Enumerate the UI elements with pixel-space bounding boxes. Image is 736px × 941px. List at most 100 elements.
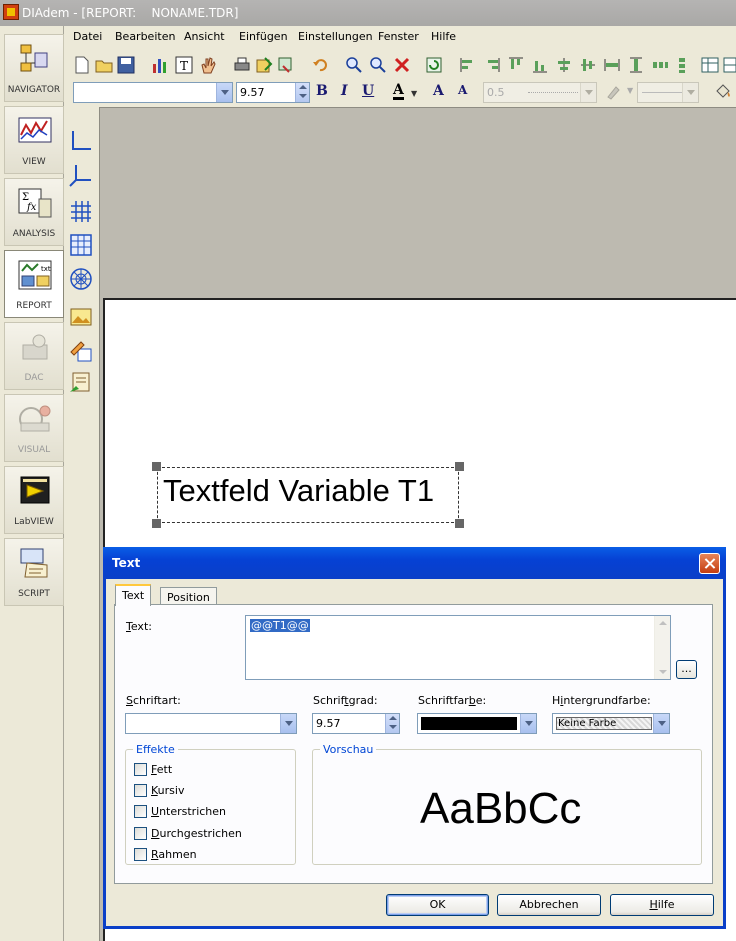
text-input[interactable]: @@T1@@ bbox=[245, 615, 671, 680]
align-bottom-icon[interactable] bbox=[531, 56, 549, 74]
chevron-down-icon[interactable] bbox=[280, 714, 296, 733]
distribute-horizontal-icon[interactable] bbox=[651, 56, 669, 74]
font-size-spinner-icon[interactable] bbox=[295, 83, 309, 102]
fill-color-bucket-icon[interactable] bbox=[713, 83, 733, 101]
font-size-combo[interactable]: 9.57 bbox=[236, 82, 310, 103]
line-color-pen-icon[interactable] bbox=[605, 84, 623, 100]
save-icon[interactable] bbox=[117, 56, 135, 74]
underline-checkbox[interactable] bbox=[134, 805, 147, 818]
center-vertical-icon[interactable] bbox=[579, 56, 597, 74]
table-object-icon[interactable] bbox=[68, 232, 94, 258]
open-folder-icon[interactable] bbox=[95, 56, 113, 74]
text-input-scrollbar[interactable] bbox=[654, 616, 670, 679]
image-object-icon[interactable] bbox=[68, 304, 94, 330]
module-view[interactable]: VIEW bbox=[4, 106, 64, 174]
help-button[interactable]: Hilfe bbox=[610, 894, 714, 916]
align-right-icon[interactable] bbox=[483, 56, 501, 74]
ok-button[interactable]: OK bbox=[386, 894, 489, 916]
window-titlebar[interactable]: DIAdem - [REPORT: NONAME.TDR] bbox=[0, 0, 736, 26]
resize-handle[interactable] bbox=[152, 462, 161, 471]
resize-handle[interactable] bbox=[455, 462, 464, 471]
bg-color-select[interactable]: Keine Farbe bbox=[552, 713, 670, 734]
export-icon[interactable] bbox=[255, 56, 273, 74]
size-input[interactable]: 9.57 bbox=[312, 713, 400, 734]
dac-icon bbox=[22, 334, 48, 360]
zoom-out-icon[interactable] bbox=[369, 56, 387, 74]
close-icon[interactable] bbox=[699, 553, 720, 574]
strikethrough-checkbox-label[interactable]: Durchgestrichen bbox=[151, 827, 242, 840]
chevron-down-icon[interactable] bbox=[653, 714, 669, 733]
menu-hilfe[interactable]: Hilfe bbox=[431, 30, 456, 43]
frame-checkbox-label[interactable]: Rahmen bbox=[151, 848, 197, 861]
module-analysis[interactable]: Σ fx ANALYSIS bbox=[4, 178, 64, 246]
undo-icon[interactable] bbox=[311, 56, 329, 74]
bold-checkbox[interactable] bbox=[134, 763, 147, 776]
menu-einfuegen[interactable]: Einfügen bbox=[239, 30, 288, 43]
chevron-down-icon[interactable]: ▼ bbox=[627, 86, 633, 95]
module-report[interactable]: txt REPORT bbox=[4, 250, 64, 318]
draw-object-icon[interactable] bbox=[68, 338, 94, 364]
axis-3d-icon[interactable] bbox=[68, 162, 94, 188]
menu-einstellungen[interactable]: Einstellungen bbox=[298, 30, 373, 43]
zoom-in-icon[interactable] bbox=[345, 56, 363, 74]
line-style-combo[interactable] bbox=[637, 82, 699, 103]
same-width-icon[interactable] bbox=[603, 56, 621, 74]
underline-button[interactable]: U bbox=[362, 83, 374, 99]
delete-icon[interactable] bbox=[393, 56, 411, 74]
center-horizontal-icon[interactable] bbox=[555, 56, 573, 74]
grid-axis-icon[interactable] bbox=[68, 198, 94, 224]
dialog-titlebar[interactable]: Text bbox=[103, 547, 726, 579]
table-icon[interactable] bbox=[701, 56, 719, 74]
italic-button[interactable]: I bbox=[341, 83, 348, 99]
frame-checkbox[interactable] bbox=[134, 848, 147, 861]
hand-icon[interactable] bbox=[199, 56, 217, 74]
chevron-down-icon[interactable] bbox=[580, 83, 596, 102]
cancel-button[interactable]: Abbrechen bbox=[497, 894, 601, 916]
same-height-icon[interactable] bbox=[627, 56, 645, 74]
menu-ansicht[interactable]: Ansicht bbox=[184, 30, 225, 43]
import-icon[interactable] bbox=[277, 56, 295, 74]
text-object-icon[interactable]: T bbox=[175, 56, 193, 74]
print-icon[interactable] bbox=[233, 56, 251, 74]
font-color-button[interactable]: A bbox=[393, 83, 404, 100]
line-width-combo[interactable]: 0.5 bbox=[483, 82, 597, 103]
polar-plot-icon[interactable] bbox=[68, 266, 94, 292]
underline-checkbox-label[interactable]: Unterstrichen bbox=[151, 805, 226, 818]
shrink-font-button[interactable]: A bbox=[458, 83, 467, 97]
browse-button[interactable]: ... bbox=[676, 660, 697, 679]
refresh-icon[interactable] bbox=[425, 56, 443, 74]
italic-checkbox-label[interactable]: Kursiv bbox=[151, 784, 184, 797]
align-top-icon[interactable] bbox=[507, 56, 525, 74]
tab-text[interactable]: Text bbox=[115, 584, 152, 606]
resize-handle[interactable] bbox=[455, 519, 464, 528]
module-visual[interactable]: VISUAL bbox=[4, 394, 64, 462]
module-labview[interactable]: LabVIEW bbox=[4, 466, 64, 534]
grow-font-button[interactable]: A bbox=[433, 83, 444, 99]
font-select[interactable] bbox=[125, 713, 297, 734]
bold-button[interactable]: B bbox=[316, 83, 328, 99]
align-left-icon[interactable] bbox=[459, 56, 477, 74]
font-color-select[interactable] bbox=[417, 713, 537, 734]
module-script[interactable]: SCRIPT bbox=[4, 538, 64, 606]
bold-checkbox-label[interactable]: Fett bbox=[151, 763, 172, 776]
chevron-down-icon[interactable] bbox=[520, 714, 536, 733]
chevron-down-icon[interactable] bbox=[216, 83, 232, 102]
new-document-icon[interactable] bbox=[73, 56, 91, 74]
menu-fenster[interactable]: Fenster bbox=[378, 30, 419, 43]
strikethrough-checkbox[interactable] bbox=[134, 827, 147, 840]
font-family-combo[interactable] bbox=[73, 82, 233, 103]
script-object-icon[interactable] bbox=[68, 370, 94, 396]
distribute-vertical-icon[interactable] bbox=[673, 56, 691, 74]
menu-datei[interactable]: Datei bbox=[73, 30, 102, 43]
italic-checkbox[interactable] bbox=[134, 784, 147, 797]
resize-handle[interactable] bbox=[152, 519, 161, 528]
chevron-down-icon[interactable]: ▼ bbox=[411, 88, 417, 98]
module-navigator[interactable]: NAVIGATOR bbox=[4, 34, 64, 102]
grid-icon[interactable] bbox=[723, 56, 736, 74]
bar-chart-icon[interactable] bbox=[151, 56, 169, 74]
module-dac[interactable]: DAC bbox=[4, 322, 64, 390]
size-spinner-icon[interactable] bbox=[385, 714, 399, 733]
axis-2d-icon[interactable] bbox=[68, 128, 94, 154]
menu-bearbeiten[interactable]: Bearbeiten bbox=[115, 30, 175, 43]
chevron-down-icon[interactable] bbox=[682, 83, 698, 102]
